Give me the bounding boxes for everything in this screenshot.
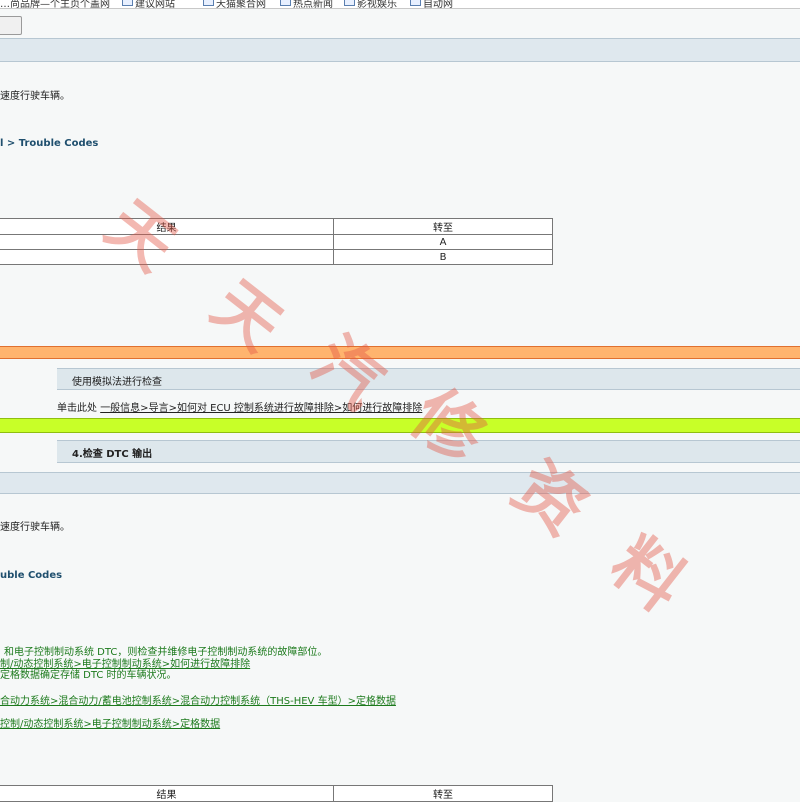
page-icon bbox=[203, 0, 214, 6]
table-row: A bbox=[0, 234, 553, 250]
goto-cell: B bbox=[333, 249, 553, 265]
nav-button[interactable] bbox=[0, 16, 22, 35]
breadcrumb[interactable]: uble Codes bbox=[0, 570, 62, 581]
goto-cell: A bbox=[333, 234, 553, 250]
page-icon bbox=[344, 0, 355, 6]
favorite-link[interactable]: 影视娱乐 bbox=[344, 0, 397, 8]
result-table: 结果 转至 A B bbox=[0, 218, 553, 265]
favorite-link[interactable]: 自动网 bbox=[410, 0, 453, 8]
section-header-band bbox=[0, 38, 800, 62]
note-text: 定格数据确定存储 DTC 时的车辆状况。 bbox=[0, 670, 177, 681]
breadcrumb[interactable]: l > Trouble Codes bbox=[0, 138, 98, 149]
watermark-char: 天 bbox=[92, 187, 189, 286]
column-header-goto: 转至 bbox=[333, 218, 553, 235]
table-header-row: 结果 转至 bbox=[0, 785, 553, 802]
freeze-frame-link[interactable]: 控制/动态控制系统>电子控制制动系统>定格数据 bbox=[0, 715, 220, 730]
drive-instruction: 速度行驶车辆。 bbox=[0, 522, 70, 533]
click-here-text: 单击此处 bbox=[57, 403, 97, 414]
column-header-goto: 转至 bbox=[333, 785, 553, 802]
favorite-link[interactable]: 热点新闻 bbox=[280, 0, 333, 8]
watermark-char: 料 bbox=[596, 522, 700, 628]
drive-instruction: 速度行驶车辆。 bbox=[0, 91, 70, 102]
page-icon bbox=[280, 0, 291, 6]
table-row: B bbox=[0, 249, 553, 265]
table-header-row: 结果 转至 bbox=[0, 218, 553, 235]
favorite-link[interactable]: 天猫聚合网 bbox=[203, 0, 266, 8]
freeze-frame-link[interactable]: 合动力系统>混合动力/蓄电池控制系统>混合动力控制系统（THS-HEV 车型）>… bbox=[0, 692, 396, 707]
column-header-result: 结果 bbox=[0, 785, 334, 802]
favorites-bar: …尚品牌—个主页个盖网 建议网站 天猫聚合网 热点新闻 影视娱乐 自动网 bbox=[0, 0, 800, 9]
result-table: 结果 转至 bbox=[0, 785, 553, 802]
step-header-simulation: 使用模拟法进行检查 bbox=[57, 368, 800, 390]
page-icon bbox=[122, 0, 133, 6]
section-header-band bbox=[0, 472, 800, 494]
step-title: 使用模拟法进行检查 bbox=[72, 377, 162, 388]
favorite-link[interactable]: 建议网站 bbox=[122, 0, 175, 8]
troubleshooting-link[interactable]: 一般信息>导言>如何对 ECU 控制系统进行故障排除>如何进行故障排除 bbox=[100, 403, 422, 414]
step-title: 4.检查 DTC 输出 bbox=[72, 449, 153, 460]
favorite-link[interactable]: …尚品牌—个主页个盖网 bbox=[0, 0, 110, 8]
page-icon bbox=[410, 0, 421, 6]
simulation-instruction: 单击此处 一般信息>导言>如何对 ECU 控制系统进行故障排除>如何进行故障排除 bbox=[57, 399, 422, 414]
